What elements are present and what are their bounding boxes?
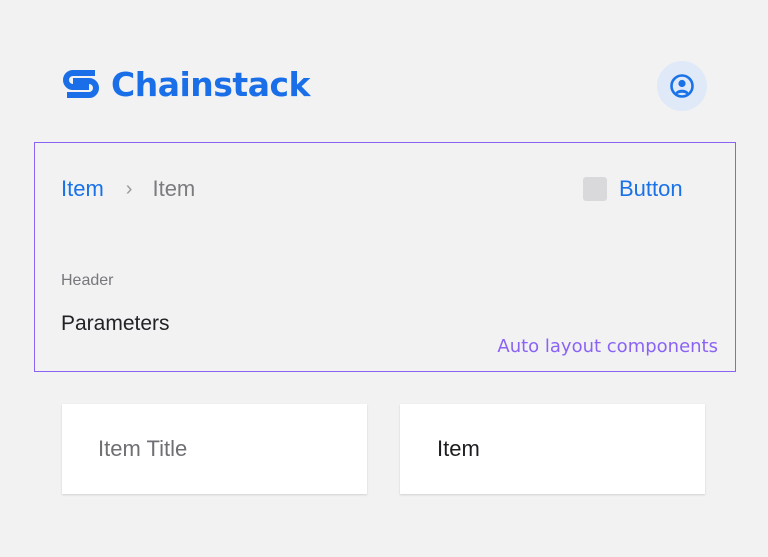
item-card-title: Item <box>437 436 480 461</box>
item-card-title: Item Title <box>98 436 188 461</box>
square-placeholder-icon <box>583 177 607 201</box>
button-label: Button <box>619 176 683 201</box>
user-circle-icon <box>670 74 694 98</box>
item-card[interactable]: Item Title <box>62 404 367 494</box>
chevron-right-icon: › <box>125 178 133 200</box>
section-label: Header <box>61 272 114 289</box>
item-card[interactable]: Item <box>400 404 705 494</box>
annotation-caption: Auto layout components <box>497 336 718 357</box>
breadcrumb-link[interactable]: Item <box>61 175 104 203</box>
user-menu-button[interactable] <box>657 61 707 111</box>
chainstack-logo[interactable]: Chainstack <box>61 64 310 104</box>
breadcrumb: Item › Item <box>61 175 195 203</box>
breadcrumb-current: Item <box>152 176 196 201</box>
primary-action-button[interactable]: Button <box>583 175 683 203</box>
chainstack-logo-icon <box>63 70 99 98</box>
brand-name: Chainstack <box>111 64 310 104</box>
page-title: Parameters <box>61 312 170 335</box>
